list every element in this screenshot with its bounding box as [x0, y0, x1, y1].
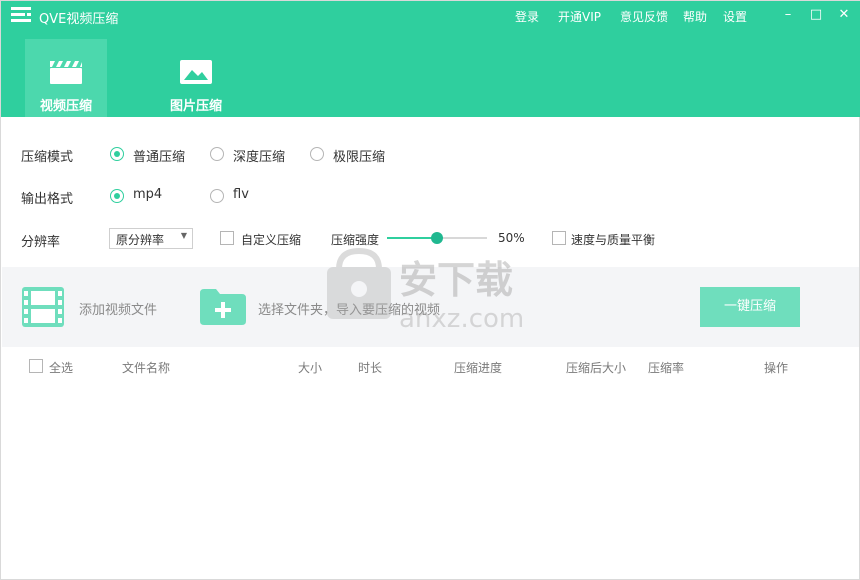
help-link[interactable]: 帮助: [683, 8, 707, 25]
app-title: QVE视频压缩: [39, 12, 119, 27]
balance-label[interactable]: 速度与质量平衡: [571, 231, 655, 248]
tab-image-compress[interactable]: 图片压缩: [155, 39, 237, 117]
login-link[interactable]: 登录: [515, 8, 539, 25]
format-mp4-label[interactable]: mp4: [133, 187, 162, 202]
tab-label: 视频压缩: [39, 99, 92, 114]
format-mp4-radio[interactable]: [110, 189, 124, 203]
maximize-button[interactable]: □: [805, 5, 827, 25]
file-list-area: [2, 381, 859, 579]
film-icon[interactable]: [22, 287, 64, 327]
column-header-ratio: 压缩率: [648, 361, 685, 375]
format-flv-radio[interactable]: [210, 189, 224, 203]
mode-deep-label[interactable]: 深度压缩: [233, 146, 285, 165]
column-header-progress: 压缩进度: [454, 361, 503, 375]
slider-thumb[interactable]: [431, 232, 443, 244]
one-click-compress-button[interactable]: 一键压缩: [700, 287, 800, 327]
mode-normal-label[interactable]: 普通压缩: [133, 146, 185, 165]
column-header-size: 大小: [298, 361, 323, 375]
tab-video-compress[interactable]: 视频压缩: [25, 39, 107, 117]
custom-compress-checkbox[interactable]: [220, 231, 234, 245]
resolution-label: 分辨率: [21, 235, 61, 250]
column-header-name: 文件名称: [122, 361, 171, 375]
strength-slider[interactable]: [387, 232, 487, 244]
header: QVE视频压缩 登录 开通VIP 意见反馈 帮助 设置 – □ ✕ 视频压缩 图…: [1, 1, 860, 117]
column-header-compressed-size: 压缩后大小: [566, 361, 627, 375]
select-all-checkbox[interactable]: [29, 359, 43, 373]
resolution-select[interactable]: 原分辨率 ▼: [109, 228, 193, 249]
tab-label: 图片压缩: [169, 99, 222, 114]
clapperboard-icon: [50, 61, 82, 84]
mode-extreme-label[interactable]: 极限压缩: [333, 146, 385, 165]
format-label: 输出格式: [21, 192, 74, 207]
slider-fill: [387, 237, 437, 239]
format-flv-label[interactable]: flv: [233, 187, 249, 202]
mode-label: 压缩模式: [21, 150, 74, 165]
mode-deep-radio[interactable]: [210, 147, 224, 161]
add-video-button[interactable]: 添加视频文件: [79, 299, 157, 318]
mode-normal-radio[interactable]: [110, 147, 124, 161]
settings-link[interactable]: 设置: [723, 8, 747, 25]
select-all-label[interactable]: 全选: [49, 359, 73, 376]
vip-link[interactable]: 开通VIP: [558, 8, 601, 25]
app-logo-icon: [11, 7, 31, 22]
close-button[interactable]: ✕: [833, 5, 855, 25]
strength-value: 50%: [498, 231, 525, 245]
file-toolbar: 添加视频文件 选择文件夹，导入要压缩的视频 一键压缩: [2, 267, 859, 347]
custom-compress-label[interactable]: 自定义压缩: [241, 231, 301, 248]
balance-checkbox[interactable]: [552, 231, 566, 245]
app-window: QVE视频压缩 登录 开通VIP 意见反馈 帮助 设置 – □ ✕ 视频压缩 图…: [0, 0, 860, 580]
strength-label: 压缩强度: [331, 233, 380, 247]
column-header-duration: 时长: [358, 361, 383, 375]
mode-extreme-radio[interactable]: [310, 147, 324, 161]
folder-add-icon[interactable]: [200, 289, 246, 325]
minimize-button[interactable]: –: [777, 5, 799, 25]
image-icon: [180, 60, 212, 84]
column-header-actions: 操作: [764, 361, 789, 375]
select-folder-button[interactable]: 选择文件夹，导入要压缩的视频: [258, 299, 440, 318]
chevron-down-icon: ▼: [180, 231, 187, 240]
titlebar: QVE视频压缩 登录 开通VIP 意见反馈 帮助 设置 – □ ✕: [1, 1, 860, 31]
resolution-value: 原分辨率: [116, 233, 165, 247]
feedback-link[interactable]: 意见反馈: [620, 8, 668, 25]
